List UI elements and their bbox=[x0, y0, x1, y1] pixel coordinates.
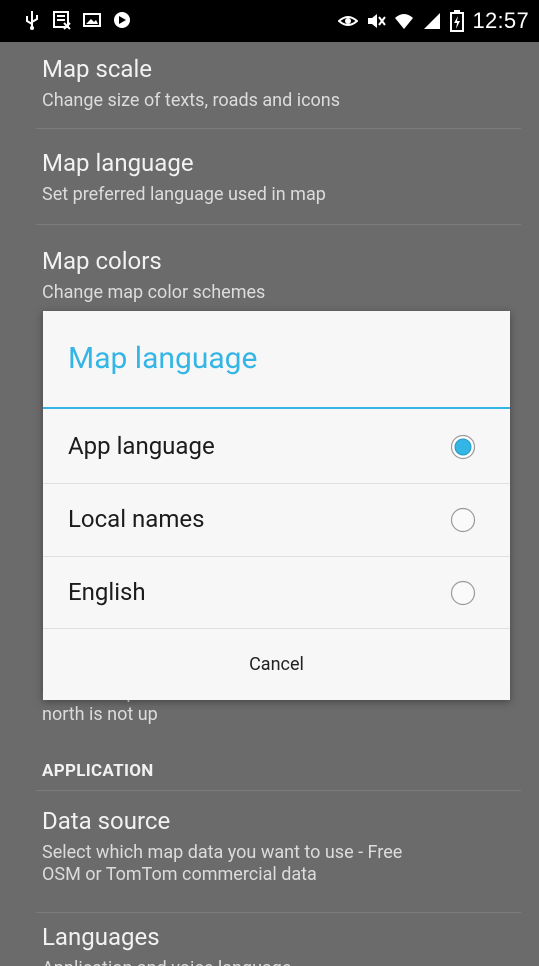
pref-map-scale[interactable]: Map scale Change size of texts, roads an… bbox=[42, 54, 523, 122]
divider bbox=[36, 790, 521, 791]
image-icon bbox=[83, 13, 101, 27]
pref-title: Data source bbox=[42, 807, 171, 835]
section-header-application: APPLICATION bbox=[42, 761, 154, 781]
eye-icon bbox=[338, 16, 359, 26]
option-english[interactable]: English bbox=[43, 557, 510, 629]
wifi-icon bbox=[395, 14, 414, 29]
pref-title: Map language bbox=[42, 149, 194, 177]
radio-unselected-icon[interactable] bbox=[450, 507, 476, 533]
location-icon bbox=[114, 12, 130, 28]
battery-icon bbox=[450, 10, 465, 32]
usb-icon bbox=[26, 11, 38, 30]
divider bbox=[36, 128, 521, 129]
pref-summary: Change map color schemes bbox=[42, 282, 266, 303]
dialog-title-divider bbox=[43, 407, 510, 409]
option-label: App language bbox=[68, 432, 215, 460]
pref-title: Languages bbox=[42, 923, 160, 951]
pref-summary-line1: Select which map data you want to use - … bbox=[42, 842, 403, 863]
option-local-names[interactable]: Local names bbox=[43, 484, 510, 556]
option-label: English bbox=[68, 578, 146, 606]
status-bar: 12:57 bbox=[0, 0, 539, 42]
radio-selected-icon[interactable] bbox=[450, 434, 476, 460]
option-label: Local names bbox=[68, 505, 205, 533]
map-language-dialog: Map language App language Local names En… bbox=[43, 311, 510, 700]
pref-summary: Application and voice language bbox=[42, 958, 523, 966]
dialog-title: Map language bbox=[68, 341, 258, 376]
status-bar-left-icons bbox=[22, 10, 132, 30]
cancel-button[interactable]: Cancel bbox=[43, 629, 510, 700]
pref-title: Map scale bbox=[42, 55, 153, 83]
pref-data-source[interactable]: Data source Select which map data you wa… bbox=[42, 806, 523, 896]
pref-map-language[interactable]: Map language Set preferred language used… bbox=[42, 148, 523, 216]
signal-icon bbox=[424, 13, 441, 29]
radio-unselected-icon[interactable] bbox=[450, 580, 476, 606]
pref-summary: Set preferred language used in map bbox=[42, 184, 326, 205]
pref-title: Map colors bbox=[42, 247, 162, 275]
pref-map-colors[interactable]: Map colors Change map color schemes bbox=[42, 246, 523, 314]
mute-icon bbox=[368, 14, 387, 28]
pref-summary: Change size of texts, roads and icons bbox=[42, 90, 341, 111]
pref-summary-line2: north is not up bbox=[42, 704, 158, 725]
option-app-language[interactable]: App language bbox=[43, 411, 510, 483]
pref-languages[interactable]: Languages Application and voice language bbox=[42, 922, 523, 966]
status-bar-right-icons: 12:57 bbox=[338, 8, 529, 34]
pref-summary-line2: OSM or TomTom commercial data bbox=[42, 864, 317, 885]
sms-icon bbox=[53, 11, 71, 30]
screen: 12:57 Map scale Change size of texts, ro… bbox=[0, 0, 539, 966]
divider bbox=[36, 224, 521, 225]
divider bbox=[36, 912, 521, 913]
status-bar-time: 12:57 bbox=[472, 8, 529, 33]
